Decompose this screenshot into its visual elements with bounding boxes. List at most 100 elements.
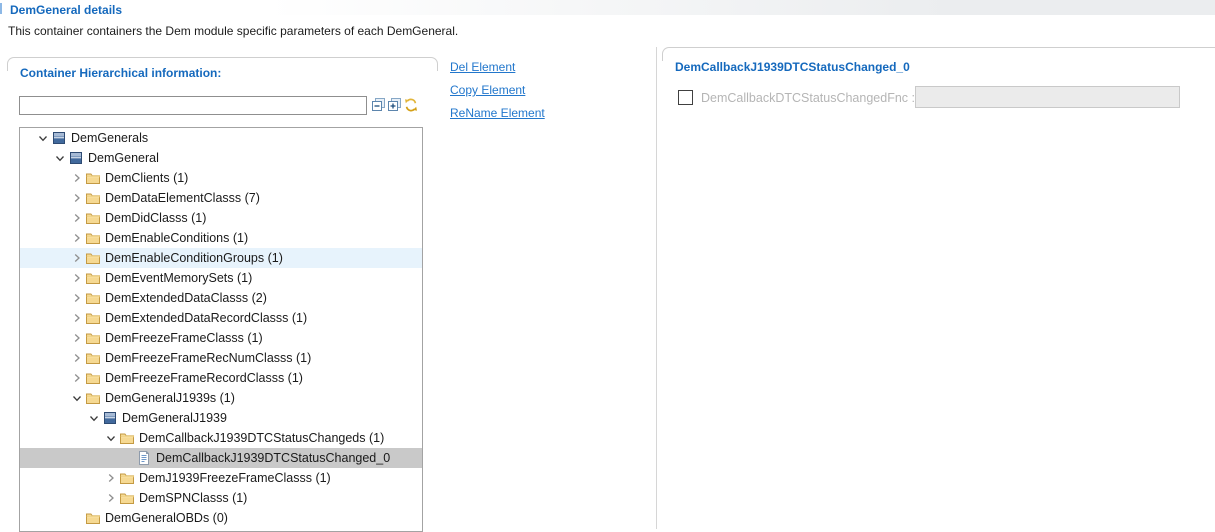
details-section-border xyxy=(662,47,1215,61)
folder-icon xyxy=(119,470,135,486)
tree-item[interactable]: DemExtendedDataClasss (2) xyxy=(20,288,422,308)
folder-icon xyxy=(85,190,101,206)
tree-item-label: DemFreezeFrameRecNumClasss (1) xyxy=(105,351,317,365)
container-hierarchy-panel: Container Hierarchical information: DemG… xyxy=(7,57,438,529)
chevron-collapsed-icon[interactable] xyxy=(70,370,84,386)
tree-item-label: DemGeneral xyxy=(88,151,165,165)
panel-divider xyxy=(656,47,657,529)
chevron-expanded-icon[interactable] xyxy=(70,390,84,406)
tree-item[interactable]: DemGeneralOBDs (0) xyxy=(20,508,422,528)
folder-icon xyxy=(85,230,101,246)
parameter-label: DemCallbackDTCStatusChangedFnc : xyxy=(701,91,915,105)
tree-item-label: DemExtendedDataClasss (2) xyxy=(105,291,273,305)
tree-item[interactable]: DemSPNClasss (1) xyxy=(20,488,422,508)
chevron-collapsed-icon[interactable] xyxy=(70,190,84,206)
tree-item-label: DemGeneralJ1939s (1) xyxy=(105,391,241,405)
page-description: This container containers the Dem module… xyxy=(8,24,458,38)
tree-item-label: DemEventMemorySets (1) xyxy=(105,271,258,285)
tree-item-label: DemDataElementClasss (7) xyxy=(105,191,266,205)
hierarchy-filter-input[interactable] xyxy=(19,96,367,115)
element-details-panel: DemCallbackJ1939DTCStatusChanged_0 DemCa… xyxy=(662,47,1215,529)
chevron-collapsed-icon[interactable] xyxy=(104,470,118,486)
page-title: DemGeneral details xyxy=(10,3,122,17)
tree-item-label: DemSPNClasss (1) xyxy=(139,491,253,505)
tree-item[interactable]: DemCallbackJ1939DTCStatusChangeds (1) xyxy=(20,428,422,448)
chevron-collapsed-icon[interactable] xyxy=(70,210,84,226)
chevron-collapsed-icon[interactable] xyxy=(70,290,84,306)
tree-item[interactable]: DemDidClasss (1) xyxy=(20,208,422,228)
folder-icon xyxy=(85,330,101,346)
chevron-collapsed-icon[interactable] xyxy=(70,170,84,186)
hierarchy-tree: DemGenerals DemGeneral DemClients (1) DemDa… xyxy=(19,127,423,532)
del-element-link[interactable]: Del Element xyxy=(450,60,515,74)
folder-icon xyxy=(119,490,135,506)
tree-item-label: DemDidClasss (1) xyxy=(105,211,212,225)
chevron-collapsed-icon[interactable] xyxy=(104,490,118,506)
chevron-collapsed-icon[interactable] xyxy=(70,250,84,266)
tree-item-label: DemCallbackJ1939DTCStatusChangeds (1) xyxy=(139,431,390,445)
chevron-collapsed-icon[interactable] xyxy=(70,230,84,246)
folder-icon xyxy=(85,390,101,406)
tree-item-label: DemFreezeFrameRecordClasss (1) xyxy=(105,371,309,385)
folder-icon xyxy=(85,270,101,286)
header-gradient-band xyxy=(0,0,1215,15)
folder-icon xyxy=(85,370,101,386)
tree-item-label: DemGenerals xyxy=(71,131,154,145)
parameter-value-input[interactable] xyxy=(915,86,1180,108)
tree-item[interactable]: DemEventMemorySets (1) xyxy=(20,268,422,288)
module-icon xyxy=(68,150,84,166)
chevron-collapsed-icon[interactable] xyxy=(70,330,84,346)
tree-item[interactable]: DemCallbackJ1939DTCStatusChanged_0 xyxy=(20,448,422,468)
tree-item[interactable]: DemClients (1) xyxy=(20,168,422,188)
rename-element-link[interactable]: ReName Element xyxy=(450,106,545,120)
header-accent-mark xyxy=(0,3,2,14)
chevron-spacer xyxy=(70,510,84,526)
tree-item[interactable]: DemGeneral xyxy=(20,148,422,168)
tree-item[interactable]: DemGeneralJ1939 xyxy=(20,408,422,428)
chevron-collapsed-icon[interactable] xyxy=(70,350,84,366)
chevron-collapsed-icon[interactable] xyxy=(70,270,84,286)
copy-element-link[interactable]: Copy Element xyxy=(450,83,525,97)
tree-item[interactable]: DemFreezeFrameClasss (1) xyxy=(20,328,422,348)
module-icon xyxy=(51,130,67,146)
tree-item-label: DemGeneralOBDs (0) xyxy=(105,511,234,525)
tree-item-label: DemEnableConditionGroups (1) xyxy=(105,251,289,265)
tree-item[interactable]: DemFreezeFrameRecNumClasss (1) xyxy=(20,348,422,368)
tree-item[interactable]: DemGeneralJ1939s (1) xyxy=(20,388,422,408)
element-details-title: DemCallbackJ1939DTCStatusChanged_0 xyxy=(675,60,910,74)
document-icon xyxy=(136,450,152,466)
tree-item[interactable]: DemGenerals xyxy=(20,128,422,148)
tree-item-label: DemGeneralJ1939 xyxy=(122,411,233,425)
folder-icon xyxy=(85,510,101,526)
chevron-spacer xyxy=(121,450,135,466)
folder-icon xyxy=(85,290,101,306)
folder-icon xyxy=(85,310,101,326)
chevron-expanded-icon[interactable] xyxy=(87,410,101,426)
tree-item-label: DemJ1939FreezeFrameClasss (1) xyxy=(139,471,337,485)
chevron-expanded-icon[interactable] xyxy=(36,130,50,146)
tree-item[interactable]: DemFreezeFrameRecordClasss (1) xyxy=(20,368,422,388)
folder-icon xyxy=(119,430,135,446)
collapse-all-icon[interactable] xyxy=(371,97,387,113)
folder-icon xyxy=(85,250,101,266)
folder-icon xyxy=(85,170,101,186)
chevron-expanded-icon[interactable] xyxy=(104,430,118,446)
tree-item-label: DemCallbackJ1939DTCStatusChanged_0 xyxy=(156,451,396,465)
tree-item[interactable]: DemExtendedDataRecordClasss (1) xyxy=(20,308,422,328)
tree-item[interactable]: DemJ1939FreezeFrameClasss (1) xyxy=(20,468,422,488)
tree-item[interactable]: DemEnableConditions (1) xyxy=(20,228,422,248)
tree-item-label: DemClients (1) xyxy=(105,171,194,185)
tree-item[interactable]: DemDataElementClasss (7) xyxy=(20,188,422,208)
folder-icon xyxy=(85,210,101,226)
module-icon xyxy=(102,410,118,426)
refresh-icon[interactable] xyxy=(403,97,419,113)
parameter-enable-checkbox[interactable] xyxy=(678,90,693,105)
tree-item[interactable]: DemEnableConditionGroups (1) xyxy=(20,248,422,268)
folder-icon xyxy=(85,350,101,366)
chevron-expanded-icon[interactable] xyxy=(53,150,67,166)
tree-item-label: DemExtendedDataRecordClasss (1) xyxy=(105,311,313,325)
tree-item-label: DemEnableConditions (1) xyxy=(105,231,254,245)
expand-all-icon[interactable] xyxy=(387,97,403,113)
chevron-collapsed-icon[interactable] xyxy=(70,310,84,326)
section-title: Container Hierarchical information: xyxy=(20,66,221,80)
